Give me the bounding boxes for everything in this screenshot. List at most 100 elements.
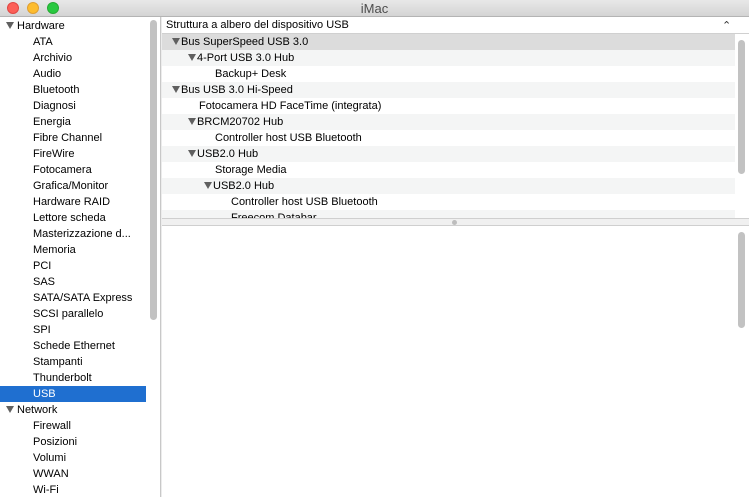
sidebar-item[interactable]: SCSI parallelo — [0, 306, 146, 322]
tree-header[interactable]: Struttura a albero del dispositivo USB ⌃ — [162, 17, 749, 34]
sidebar-item[interactable]: PCI — [0, 258, 146, 274]
sidebar-item[interactable]: Wi-Fi — [0, 482, 146, 497]
tree-row[interactable]: Controller host USB Bluetooth — [162, 130, 735, 146]
sidebar-item[interactable]: Audio — [0, 66, 146, 82]
sidebar-item-label: Schede Ethernet — [33, 340, 115, 352]
disclosure-triangle-icon[interactable] — [172, 38, 180, 45]
sidebar-item-label: SPI — [33, 324, 51, 336]
sidebar-item-label: Lettore scheda — [33, 212, 106, 224]
sidebar-item[interactable]: Hardware RAID — [0, 194, 146, 210]
sidebar-item[interactable]: SPI — [0, 322, 146, 338]
sidebar-item[interactable]: Fibre Channel — [0, 130, 146, 146]
sidebar-item[interactable]: WWAN — [0, 466, 146, 482]
tree-row-label: Controller host USB Bluetooth — [231, 196, 378, 208]
sidebar-item[interactable]: USB — [0, 386, 146, 402]
sidebar-item-label: Stampanti — [33, 356, 83, 368]
tree-row[interactable]: USB2.0 Hub — [162, 178, 735, 194]
tree-row-label: Fotocamera HD FaceTime (integrata) — [199, 100, 382, 112]
sidebar-item[interactable]: Posizioni — [0, 434, 146, 450]
disclosure-triangle-icon[interactable] — [6, 22, 14, 29]
disclosure-triangle-icon[interactable] — [188, 150, 196, 157]
sidebar-item[interactable]: Stampanti — [0, 354, 146, 370]
disclosure-triangle-icon[interactable] — [6, 406, 14, 413]
sidebar-item[interactable]: Fotocamera — [0, 162, 146, 178]
sidebar-item-label: Bluetooth — [33, 84, 80, 96]
chevron-up-icon[interactable]: ⌃ — [722, 19, 731, 32]
sidebar-item-label: Hardware — [17, 20, 65, 32]
tree-row[interactable]: 4-Port USB 3.0 Hub — [162, 50, 735, 66]
sidebar-item[interactable]: Schede Ethernet — [0, 338, 146, 354]
sidebar-item-label: Energia — [33, 116, 71, 128]
sidebar-item[interactable]: Grafica/Monitor — [0, 178, 146, 194]
detail-scrollbar[interactable] — [738, 232, 745, 328]
tree-header-label: Struttura a albero del dispositivo USB — [166, 19, 349, 31]
tree-row-label: 4-Port USB 3.0 Hub — [197, 52, 295, 64]
window-title: iMac — [360, 1, 389, 16]
tree-row-label: Bus USB 3.0 Hi-Speed — [181, 84, 293, 96]
sidebar-item-label: Grafica/Monitor — [33, 180, 109, 192]
tree-scrollbar[interactable] — [738, 40, 745, 174]
tree-row[interactable]: Freecom Databar — [162, 210, 735, 218]
sidebar-group[interactable]: Network — [0, 402, 146, 418]
tree-row[interactable]: Storage Media — [162, 162, 735, 178]
pane-splitter[interactable] — [162, 218, 749, 226]
disclosure-triangle-icon[interactable] — [172, 86, 180, 93]
sidebar-item[interactable]: SAS — [0, 274, 146, 290]
sidebar-item-label: Fotocamera — [33, 164, 92, 176]
sidebar-item[interactable]: Memoria — [0, 242, 146, 258]
tree-row[interactable]: Backup+ Desk — [162, 66, 735, 82]
tree-row[interactable]: USB2.0 Hub — [162, 146, 735, 162]
sidebar-item[interactable]: Lettore scheda — [0, 210, 146, 226]
splitter-handle-icon[interactable] — [452, 220, 457, 225]
tree-row[interactable]: Controller host USB Bluetooth — [162, 194, 735, 210]
sidebar-item-label: Fibre Channel — [33, 132, 103, 144]
tree-row-label: Freecom Databar — [231, 212, 317, 218]
tree-row-label: Controller host USB Bluetooth — [215, 132, 362, 144]
sidebar-item-label: Hardware RAID — [33, 196, 111, 208]
sidebar-item[interactable]: Masterizzazione d... — [0, 226, 146, 242]
tree-row[interactable]: Fotocamera HD FaceTime (integrata) — [162, 98, 735, 114]
tree-row[interactable]: Bus USB 3.0 Hi-Speed — [162, 82, 735, 98]
sidebar-item[interactable]: SATA/SATA Express — [0, 290, 146, 306]
sidebar-item-label: Wi-Fi — [33, 484, 59, 496]
sidebar-item-label: Volumi — [33, 452, 67, 464]
sidebar-item-label: Diagnosi — [33, 100, 76, 112]
detail-pane — [162, 226, 749, 497]
sidebar-item-label: PCI — [33, 260, 52, 272]
tree-row-label: USB2.0 Hub — [213, 180, 275, 192]
disclosure-triangle-icon[interactable] — [188, 54, 196, 61]
sidebar-item[interactable]: Energia — [0, 114, 146, 130]
tree-row-label: Backup+ Desk — [215, 68, 287, 80]
sidebar-item[interactable]: Volumi — [0, 450, 146, 466]
tree-row-label: BRCM20702 Hub — [197, 116, 284, 128]
sidebar-item[interactable]: Firewall — [0, 418, 146, 434]
sidebar-item[interactable]: FireWire — [0, 146, 146, 162]
sidebar-item-label: SCSI parallelo — [33, 308, 104, 320]
sidebar-item-label: Posizioni — [33, 436, 78, 448]
sidebar-item-label: FireWire — [33, 148, 75, 160]
sidebar-group[interactable]: Hardware — [0, 18, 146, 34]
disclosure-triangle-icon[interactable] — [204, 182, 212, 189]
sidebar-item-label: Audio — [33, 68, 62, 80]
sidebar-scrollbar[interactable] — [150, 20, 157, 320]
sidebar-item[interactable]: Bluetooth — [0, 82, 146, 98]
disclosure-triangle-icon[interactable] — [188, 118, 196, 125]
sidebar-item[interactable]: Archivio — [0, 50, 146, 66]
sidebar-item[interactable]: Diagnosi — [0, 98, 146, 114]
sidebar-item[interactable]: Thunderbolt — [0, 370, 146, 386]
title-bar: iMac — [0, 0, 749, 17]
tree-row[interactable]: BRCM20702 Hub — [162, 114, 735, 130]
sidebar-item-label: Firewall — [33, 420, 71, 432]
sidebar-item-label: SAS — [33, 276, 56, 288]
sidebar-item-label: WWAN — [33, 468, 69, 480]
sidebar-item-label: Archivio — [33, 52, 73, 64]
sidebar-item-label: ATA — [33, 36, 53, 48]
sidebar-item[interactable]: ATA — [0, 34, 146, 50]
sidebar-item-label: Masterizzazione d... — [33, 228, 131, 240]
sidebar-item-label: SATA/SATA Express — [33, 292, 133, 304]
tree-row-label: Bus SuperSpeed USB 3.0 — [181, 36, 309, 48]
tree-row[interactable]: Bus SuperSpeed USB 3.0 — [162, 34, 735, 50]
sidebar-item-label: Memoria — [33, 244, 76, 256]
sidebar-item-label: Network — [17, 404, 58, 416]
usb-device-tree: Bus SuperSpeed USB 3.0 4-Port USB 3.0 Hub… — [162, 34, 735, 218]
